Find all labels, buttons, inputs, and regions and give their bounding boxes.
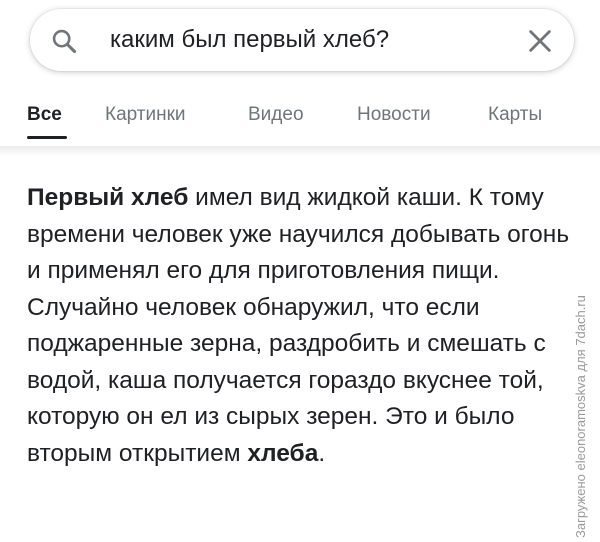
- tab-video[interactable]: Видео: [248, 104, 304, 126]
- tab-all[interactable]: Все: [27, 104, 62, 126]
- watermark: Загружено eleonoramoskva для 7dach.ru: [573, 295, 588, 538]
- tabs-divider: [0, 146, 600, 156]
- search-icon[interactable]: [50, 27, 78, 55]
- active-tab-indicator: [27, 136, 67, 139]
- snippet-text-end: .: [318, 439, 326, 467]
- snippet-bold-end: хлеба: [247, 439, 319, 467]
- tab-images[interactable]: Картинки: [105, 104, 186, 126]
- tab-maps[interactable]: Карты: [488, 104, 542, 126]
- search-tabs: Все Картинки Видео Новости Карты: [0, 98, 600, 142]
- search-bar[interactable]: [30, 9, 574, 71]
- snippet-bold-start: Первый хлеб: [27, 184, 189, 211]
- close-icon[interactable]: [526, 27, 554, 55]
- tab-news[interactable]: Новости: [357, 104, 431, 126]
- snippet-text: имел вид жидкой каши. К тому времени чел…: [27, 184, 570, 467]
- search-input[interactable]: [108, 19, 512, 61]
- answer-snippet: Первый хлеб имел вид жидкой каши. К тому…: [27, 180, 587, 472]
